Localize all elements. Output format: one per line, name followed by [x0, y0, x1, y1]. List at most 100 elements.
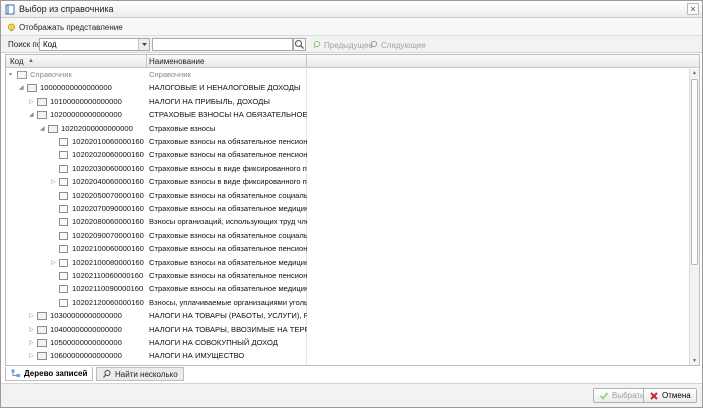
leaf-icon [59, 231, 68, 240]
folder-icon [37, 97, 47, 106]
cell-code: 10000000000000000 [40, 83, 112, 93]
table-row[interactable]: 10202030060000160 Страховые взносы в виде… [6, 163, 689, 176]
cell-code: 10200000000000000 [50, 110, 122, 120]
leaf-icon [59, 258, 68, 267]
table-row[interactable]: ▷ 10500000000000000 НАЛОГИ НА СОВОКУПНЫЙ Д… [6, 337, 689, 350]
expand-toggle-icon[interactable]: ▷ [29, 353, 35, 360]
expand-toggle-icon[interactable]: ▷ [29, 340, 35, 347]
table-row[interactable]: 10202090070000160 Страховые взносы на обя… [6, 230, 689, 243]
collapse-toggle-icon[interactable]: ◢ [29, 112, 35, 119]
cell-name: Страховые взносы на обязательное пенсион… [149, 271, 307, 280]
show-view-button[interactable]: Отображать представление [7, 21, 123, 33]
chevron-down-icon[interactable] [138, 39, 149, 50]
cancel-button-label: Отмена [662, 391, 691, 400]
expand-toggle-icon[interactable]: ▷ [51, 260, 57, 267]
table-row[interactable]: 10202110090000160 Страховые взносы на обя… [6, 283, 689, 296]
cell-code: 10600000000000000 [50, 351, 122, 361]
table-row[interactable]: 10202070090000160 Страховые взносы на обя… [6, 203, 689, 216]
cell-name: Страховые взносы на обязательное медицин… [149, 257, 307, 267]
cell-code: 10202120060000160 [72, 297, 144, 307]
title-bar: Выбор из справочника × [1, 1, 702, 18]
cancel-x-icon [650, 391, 658, 400]
table-row[interactable]: ◢ 10000000000000000 НАЛОГОВЫЕ И НЕНАЛОГОВЫ… [6, 82, 689, 95]
cell-name: Взносы, уплачиваемые организациями уголь… [149, 297, 307, 307]
table-row[interactable]: 10202020060000160 Страховые взносы на обя… [6, 149, 689, 162]
records-grid: Код ▲ Наименование ▾ Справочник Справочник… [5, 54, 700, 366]
table-row[interactable]: ▷ 10400000000000000 НАЛОГИ НА ТОВАРЫ, ВВОЗ… [6, 324, 689, 337]
collapse-toggle-icon[interactable]: ◢ [40, 126, 46, 133]
previous-button[interactable]: Предыдущее [312, 40, 373, 50]
dialog-footer: Выбрать Отмена [1, 383, 702, 407]
collapse-toggle-icon[interactable]: ▾ [9, 72, 15, 79]
leaf-icon [59, 164, 68, 173]
search-input[interactable] [152, 38, 293, 51]
leaf-icon [59, 218, 68, 227]
select-button[interactable]: Выбрать [593, 388, 651, 403]
cell-code: 10202080060000160 [72, 217, 144, 227]
book-icon [5, 4, 15, 15]
cell-name: Страховые взносы на обязательное пенсион… [149, 137, 307, 146]
table-row[interactable]: 10202080060000160 Взносы организаций, исп… [6, 216, 689, 229]
table-row[interactable]: ▷ 10202040060000160 Страховые взносы в вид… [6, 176, 689, 189]
leaf-icon [59, 205, 68, 213]
column-divider[interactable] [306, 55, 307, 68]
tab-records-tree[interactable]: Дерево записей [5, 367, 94, 381]
cell-code: 10300000000000000 [50, 311, 122, 321]
previous-label: Предыдущее [324, 40, 373, 50]
scroll-up-icon[interactable]: ▲ [690, 69, 699, 78]
cell-name: Справочник [149, 70, 191, 79]
collapse-toggle-icon[interactable]: ◢ [19, 85, 25, 92]
expand-toggle-icon[interactable]: ▷ [29, 313, 35, 320]
table-row[interactable]: ▷ 10202100080000160 Страховые взносы на об… [6, 257, 689, 270]
table-row[interactable]: 10202050070000160 Страховые взносы на обя… [6, 190, 689, 203]
scroll-down-icon[interactable]: ▼ [690, 357, 699, 365]
table-row[interactable]: 10202110060000160 Страховые взносы на обя… [6, 270, 689, 283]
lightbulb-icon [7, 23, 16, 31]
book-icon [17, 71, 27, 79]
table-row[interactable]: 10202120060000160 Взносы, уплачиваемые ор… [6, 297, 689, 310]
folder-icon [27, 84, 37, 93]
cell-name: Страховые взносы на обязательное пенсион… [149, 244, 307, 254]
cell-code: 10202050070000160 [72, 190, 144, 200]
cell-name: НАЛОГИ НА ТОВАРЫ (РАБОТЫ, УСЛУГИ), РЕАЛ [149, 311, 307, 321]
cell-name: Страховые взносы в виде фиксированного п… [149, 177, 307, 187]
show-view-label: Отображать представление [19, 22, 123, 32]
cell-name: Страховые взносы на обязательное медицин… [149, 204, 307, 213]
tab-find-multiple[interactable]: Найти несколько [96, 367, 184, 381]
table-row[interactable]: 10202010060000160 Страховые взносы на обя… [6, 136, 689, 149]
expand-toggle-icon[interactable]: ▷ [29, 327, 35, 334]
tree-icon [11, 369, 20, 377]
cell-name: НАЛОГОВЫЕ И НЕНАЛОГОВЫЕ ДОХОДЫ [149, 83, 301, 93]
cell-code: 10100000000000000 [50, 96, 122, 106]
table-row[interactable]: ◢ 10202000000000000 Страховые взносы [6, 123, 689, 136]
table-row[interactable]: ▷ 10300000000000000 НАЛОГИ НА ТОВАРЫ (РАБО… [6, 310, 689, 323]
cancel-button[interactable]: Отмена [643, 388, 697, 403]
cell-code: 10500000000000000 [50, 338, 122, 347]
table-row[interactable]: 10202100060000160 Страховые взносы на обя… [6, 243, 689, 256]
scroll-thumb[interactable] [691, 79, 698, 265]
leaf-icon [59, 151, 68, 160]
search-icon [294, 39, 304, 49]
expand-toggle-icon[interactable]: ▷ [51, 179, 57, 186]
search-field-select[interactable]: Код [39, 38, 150, 51]
column-divider[interactable] [146, 55, 147, 68]
close-button[interactable]: × [687, 3, 699, 15]
table-row[interactable]: ◢ 10200000000000000 СТРАХОВЫЕ ВЗНОСЫ НА ОБ… [6, 109, 689, 122]
next-label: Следующее [381, 40, 426, 50]
column-header-name[interactable]: Наименование [149, 57, 204, 66]
table-row[interactable]: ▷ 10100000000000000 НАЛОГИ НА ПРИБЫЛЬ, ДОХ… [6, 96, 689, 109]
folder-icon [37, 325, 47, 334]
tab-records-tree-label: Дерево записей [24, 369, 88, 378]
cell-name: НАЛОГИ НА ПРИБЫЛЬ, ДОХОДЫ [149, 96, 270, 106]
cell-code: 10202110090000160 [72, 284, 144, 294]
expand-toggle-icon[interactable]: ▷ [29, 99, 35, 106]
search-button[interactable] [293, 38, 306, 51]
column-header-code[interactable]: Код [10, 57, 24, 66]
folder-icon [37, 111, 47, 120]
vertical-scrollbar[interactable]: ▲ ▼ [689, 69, 699, 365]
table-row[interactable]: ▷ 10600000000000000 НАЛОГИ НА ИМУЩЕСТВО [6, 350, 689, 363]
next-button[interactable]: Следующее [369, 40, 426, 50]
table-row[interactable]: ▾ Справочник Справочник [6, 69, 689, 82]
cell-code: Справочник [30, 70, 72, 79]
leaf-icon [59, 178, 68, 187]
